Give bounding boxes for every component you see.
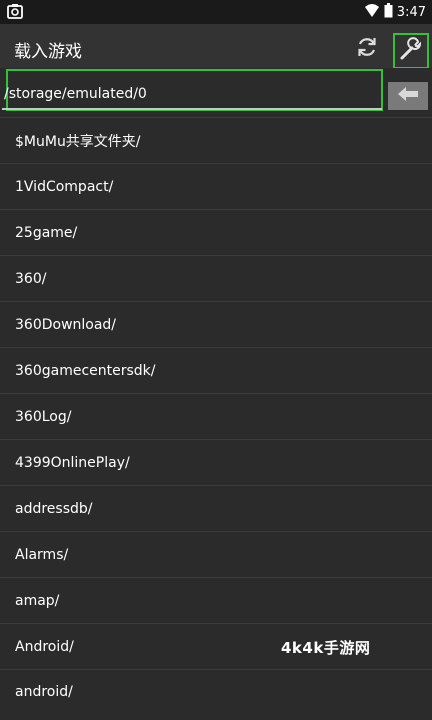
list-item[interactable]: $MuMu共享文件夹/ bbox=[0, 117, 432, 163]
list-item[interactable]: addressdb/ bbox=[0, 485, 432, 531]
list-item[interactable]: android/ bbox=[0, 669, 432, 713]
list-item[interactable]: 4399OnlinePlay/ bbox=[0, 439, 432, 485]
screenshot-icon bbox=[6, 3, 24, 21]
list-item[interactable]: 360Download/ bbox=[0, 301, 432, 347]
path-input[interactable]: /storage/emulated/0 bbox=[4, 86, 147, 102]
refresh-icon bbox=[355, 35, 379, 63]
list-item[interactable]: 25game/ bbox=[0, 209, 432, 255]
file-list: $MuMu共享文件夹/ 1VidCompact/ 25game/ 360/ 36… bbox=[0, 117, 432, 713]
status-bar: 3:47 bbox=[0, 0, 432, 24]
list-item[interactable]: 1VidCompact/ bbox=[0, 163, 432, 209]
page-title: 载入游戏 bbox=[14, 42, 82, 62]
wifi-icon bbox=[364, 3, 380, 22]
status-indicators: 3:47 bbox=[364, 0, 426, 24]
status-time: 3:47 bbox=[396, 4, 426, 20]
list-item[interactable]: 360gamecentersdk/ bbox=[0, 347, 432, 393]
arrow-left-icon bbox=[396, 85, 420, 107]
path-underline bbox=[2, 108, 382, 110]
settings-button[interactable] bbox=[393, 33, 429, 69]
wrench-icon bbox=[398, 36, 424, 66]
path-row: /storage/emulated/0 bbox=[0, 68, 432, 116]
screen: 3:47 载入游戏 /storage/emulated/0 $MuMu共享文件夹… bbox=[0, 0, 432, 720]
list-item[interactable]: 360/ bbox=[0, 255, 432, 301]
list-item[interactable]: 360Log/ bbox=[0, 393, 432, 439]
list-item[interactable]: Alarms/ bbox=[0, 531, 432, 577]
battery-icon bbox=[384, 2, 393, 22]
list-item[interactable]: amap/ bbox=[0, 577, 432, 623]
refresh-button[interactable] bbox=[352, 34, 382, 64]
app-bar: 载入游戏 bbox=[0, 24, 432, 74]
watermark: 4k4k手游网 bbox=[281, 639, 371, 657]
parent-directory-button[interactable] bbox=[388, 82, 428, 110]
